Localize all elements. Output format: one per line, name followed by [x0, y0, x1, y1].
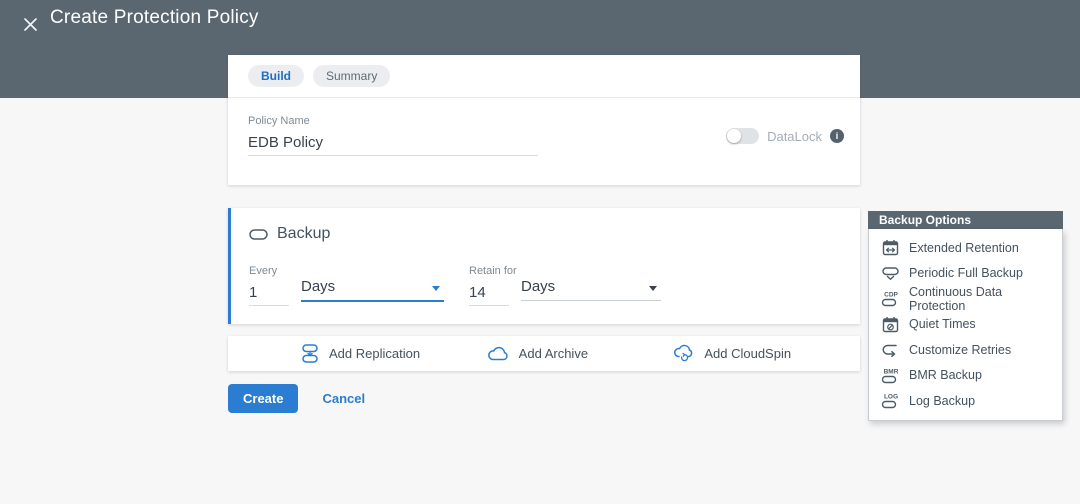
create-protection-policy-screen: Create Protection Policy Build Summary P… [0, 0, 1080, 504]
option-label: Continuous Data Protection [909, 285, 1051, 313]
backup-option-log-backup[interactable]: LOG Log Backup [869, 388, 1062, 414]
svg-text:BMR: BMR [884, 368, 899, 375]
tab-bar: Build Summary [228, 55, 860, 98]
every-field: Every [249, 261, 289, 306]
cloudspin-icon [673, 344, 695, 363]
backup-option-periodic-full-backup[interactable]: Periodic Full Backup [869, 261, 1062, 287]
option-label: Extended Retention [909, 241, 1019, 255]
every-unit-value: Days [301, 278, 335, 295]
cancel-button[interactable]: Cancel [322, 391, 365, 406]
backup-option-customize-retries[interactable]: Customize Retries [869, 337, 1062, 363]
archive-cloud-icon [487, 346, 510, 362]
every-input[interactable] [249, 282, 289, 306]
retain-unit-select[interactable]: Days [521, 278, 661, 301]
add-cloudspin-label: Add CloudSpin [704, 346, 791, 361]
option-label: Periodic Full Backup [909, 266, 1023, 280]
replication-icon [300, 343, 320, 364]
retain-unit-field: Days [521, 261, 661, 301]
retain-input[interactable] [469, 282, 509, 306]
every-unit-field: Days [301, 261, 444, 302]
info-icon[interactable]: i [830, 129, 844, 143]
extended-retention-icon [880, 239, 900, 256]
page-title: Create Protection Policy [50, 7, 259, 29]
retain-label: Retain for [469, 265, 517, 277]
close-icon [23, 17, 38, 32]
add-replication-button[interactable]: Add Replication [300, 343, 487, 364]
retain-field: Retain for [469, 261, 517, 306]
policy-name-input[interactable] [248, 132, 538, 156]
option-label: Log Backup [909, 394, 975, 408]
backup-option-quiet-times[interactable]: Quiet Times [869, 312, 1062, 338]
log-backup-icon: LOG [880, 392, 900, 409]
option-label: Customize Retries [909, 343, 1011, 357]
svg-text:LOG: LOG [884, 394, 898, 401]
chevron-down-icon [432, 286, 440, 291]
add-cloudspin-button[interactable]: Add CloudSpin [673, 344, 860, 363]
backup-card-title: Backup [277, 225, 330, 243]
option-label: BMR Backup [909, 368, 982, 382]
chevron-down-icon [649, 286, 657, 291]
add-targets-row: Add Replication Add Archive Add CloudSpi… [228, 336, 860, 371]
option-label: Quiet Times [909, 317, 976, 331]
datalock-toggle[interactable] [726, 128, 759, 144]
backup-card: Backup Every Days Retain for Days [228, 208, 860, 324]
backup-options-header: Backup Options [868, 211, 1063, 229]
add-archive-button[interactable]: Add Archive [487, 346, 674, 362]
retain-unit-value: Days [521, 278, 555, 295]
policy-name-field: Policy Name [248, 111, 538, 156]
backup-option-bmr-backup[interactable]: BMR BMR Backup [869, 363, 1062, 389]
backup-capsule-icon [249, 228, 268, 241]
cdp-icon: CDP [880, 290, 900, 307]
backup-option-extended-retention[interactable]: Extended Retention [869, 235, 1062, 261]
policy-name-label: Policy Name [248, 115, 310, 127]
add-replication-label: Add Replication [329, 346, 420, 361]
close-button[interactable] [16, 10, 44, 38]
add-archive-label: Add Archive [519, 346, 588, 361]
every-label: Every [249, 265, 277, 277]
svg-text:CDP: CDP [884, 292, 898, 299]
backup-options-list: Extended Retention Periodic Full Backup … [868, 229, 1063, 421]
policy-card-body: Policy Name DataLock i [228, 98, 860, 184]
backup-options-panel: Backup Options Extended Retention [868, 211, 1063, 421]
tab-build[interactable]: Build [248, 65, 304, 87]
toggle-knob [727, 129, 741, 143]
backup-card-header: Backup [249, 225, 330, 243]
datalock-label: DataLock [767, 129, 822, 144]
footer-actions: Create Cancel [228, 384, 365, 413]
policy-card: Build Summary Policy Name DataLock i [228, 55, 860, 185]
tab-summary[interactable]: Summary [313, 65, 390, 87]
backup-option-continuous-data-protection[interactable]: CDP Continuous Data Protection [869, 286, 1062, 312]
bmr-backup-icon: BMR [880, 367, 900, 384]
quiet-times-icon [880, 316, 900, 333]
every-unit-select[interactable]: Days [301, 278, 444, 302]
create-button[interactable]: Create [228, 384, 298, 413]
periodic-full-backup-icon [880, 266, 900, 281]
customize-retries-icon [880, 342, 900, 358]
datalock-control: DataLock i [726, 128, 844, 144]
